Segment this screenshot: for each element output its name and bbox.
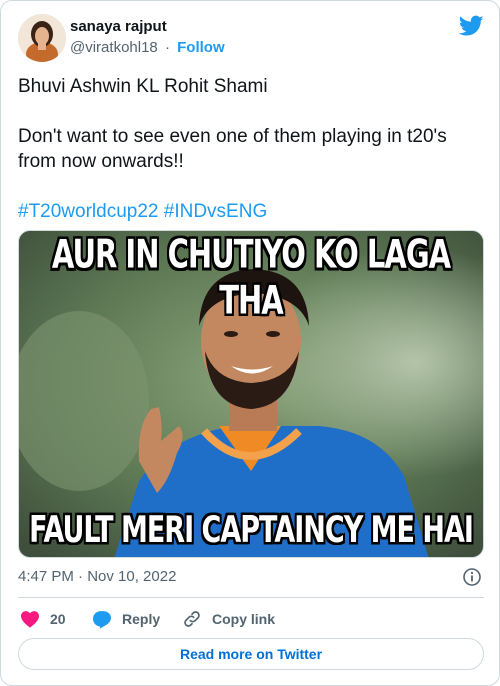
hashtag-link[interactable]: #INDvsENG bbox=[164, 201, 267, 222]
hashtag-link[interactable]: #T20worldcup22 bbox=[18, 201, 158, 222]
meta-separator: · bbox=[164, 39, 170, 56]
tweet-embed-card: sanaya rajput @viratkohl18 · Follow Bhuv… bbox=[0, 0, 500, 686]
meme-bottom-caption: FAULT MERI CAPTAINCY ME HAI bbox=[29, 509, 474, 552]
copy-link-label: Copy link bbox=[212, 611, 276, 627]
author-meta: @viratkohl18 · Follow bbox=[70, 39, 225, 56]
meme-top-caption: AUR IN CHUTIYO KO LAGA THA bbox=[51, 231, 451, 323]
follow-button[interactable]: Follow bbox=[177, 39, 225, 56]
tweet-timestamp[interactable]: 4:47 PM · Nov 10, 2022 bbox=[18, 568, 176, 585]
like-button[interactable]: 20 bbox=[20, 607, 66, 631]
tweet-line: Don't want to see even one of them playi… bbox=[18, 126, 447, 172]
read-more-button[interactable]: Read more on Twitter bbox=[18, 638, 484, 670]
twitter-bird-icon[interactable] bbox=[458, 15, 484, 37]
info-icon[interactable] bbox=[462, 567, 482, 587]
divider bbox=[18, 597, 484, 598]
reply-label: Reply bbox=[122, 611, 161, 627]
like-count: 20 bbox=[50, 611, 66, 627]
speech-bubble-icon bbox=[93, 610, 111, 629]
link-icon bbox=[184, 611, 200, 627]
reply-button[interactable]: Reply bbox=[92, 607, 160, 631]
tweet-text: Bhuvi Ashwin KL Rohit Shami Don't want t… bbox=[18, 74, 484, 224]
tweet-media-image[interactable]: AUR IN CHUTIYO KO LAGA THA FAULT MERI CA… bbox=[18, 230, 484, 558]
author-name[interactable]: sanaya rajput bbox=[70, 18, 167, 35]
tweet-hashtags: #T20worldcup22 #INDvsENG bbox=[18, 199, 484, 224]
author-handle[interactable]: @viratkohl18 bbox=[70, 39, 158, 56]
copy-link-button[interactable]: Copy link bbox=[182, 607, 275, 631]
author-avatar[interactable] bbox=[18, 14, 66, 62]
tweet-line: Bhuvi Ashwin KL Rohit Shami bbox=[18, 76, 268, 97]
heart-icon bbox=[21, 611, 39, 628]
